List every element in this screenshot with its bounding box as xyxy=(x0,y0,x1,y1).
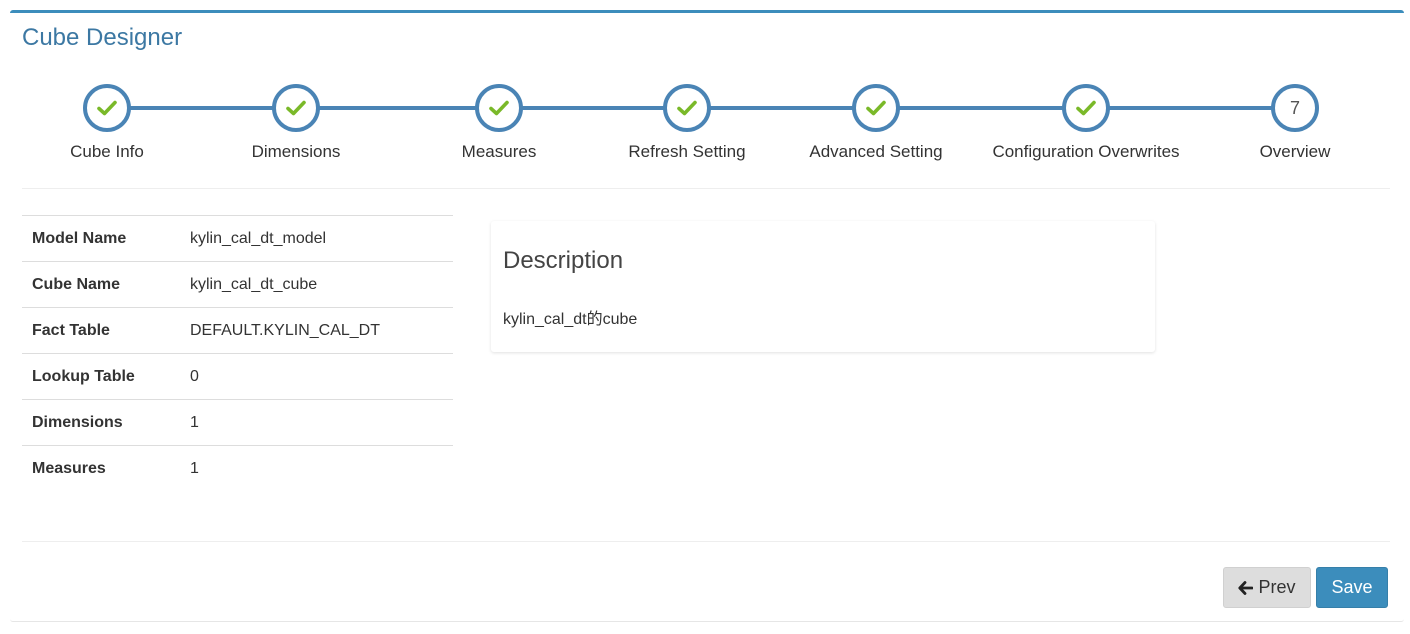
table-row: Fact Table DEFAULT.KYLIN_CAL_DT xyxy=(22,307,453,354)
table-row: Lookup Table 0 xyxy=(22,353,453,400)
row-value: 1 xyxy=(180,399,453,446)
step-circle[interactable] xyxy=(272,84,320,132)
row-key: Measures xyxy=(22,445,180,492)
step-circle[interactable] xyxy=(663,84,711,132)
wizard-steps: Cube Info Dimensions Measures Refresh Se… xyxy=(10,13,1404,193)
step-circle[interactable]: 7 xyxy=(1271,84,1319,132)
prev-button-label: Prev xyxy=(1258,577,1296,597)
row-value: kylin_cal_dt_model xyxy=(180,215,453,262)
arrow-left-icon xyxy=(1238,580,1254,595)
cube-designer-panel: Cube Designer Cube Info Dimensions Measu… xyxy=(10,10,1404,622)
divider xyxy=(22,541,1390,542)
row-key: Model Name xyxy=(22,215,180,262)
step-circle[interactable] xyxy=(475,84,523,132)
table-row: Measures 1 xyxy=(22,445,453,492)
description-text: kylin_cal_dt的cube xyxy=(503,311,638,328)
check-icon xyxy=(866,100,886,116)
step-label[interactable]: Overview xyxy=(1145,141,1410,163)
table-row: Dimensions 1 xyxy=(22,399,453,446)
check-icon xyxy=(1076,100,1096,116)
step-circle[interactable] xyxy=(852,84,900,132)
cube-summary-table: Model Name kylin_cal_dt_model Cube Name … xyxy=(22,215,453,492)
row-key: Fact Table xyxy=(22,307,180,354)
check-icon xyxy=(286,100,306,116)
description-title: Description xyxy=(503,247,624,274)
save-button[interactable]: Save xyxy=(1316,567,1388,608)
row-value: DEFAULT.KYLIN_CAL_DT xyxy=(180,307,453,354)
row-value: 0 xyxy=(180,353,453,400)
row-key: Cube Name xyxy=(22,261,180,308)
check-icon xyxy=(489,100,509,116)
check-icon xyxy=(677,100,697,116)
row-value: kylin_cal_dt_cube xyxy=(180,261,453,308)
description-box: Description kylin_cal_dt的cube xyxy=(491,221,1155,352)
step-circle[interactable] xyxy=(83,84,131,132)
prev-button[interactable]: Prev xyxy=(1223,567,1311,608)
row-key: Dimensions xyxy=(22,399,180,446)
row-value: 1 xyxy=(180,445,453,492)
step-number: 7 xyxy=(1289,98,1300,118)
table-row: Model Name kylin_cal_dt_model xyxy=(22,215,453,262)
table-row: Cube Name kylin_cal_dt_cube xyxy=(22,261,453,308)
step-circle[interactable] xyxy=(1062,84,1110,132)
divider xyxy=(22,188,1390,189)
check-icon xyxy=(97,100,117,116)
row-key: Lookup Table xyxy=(22,353,180,400)
